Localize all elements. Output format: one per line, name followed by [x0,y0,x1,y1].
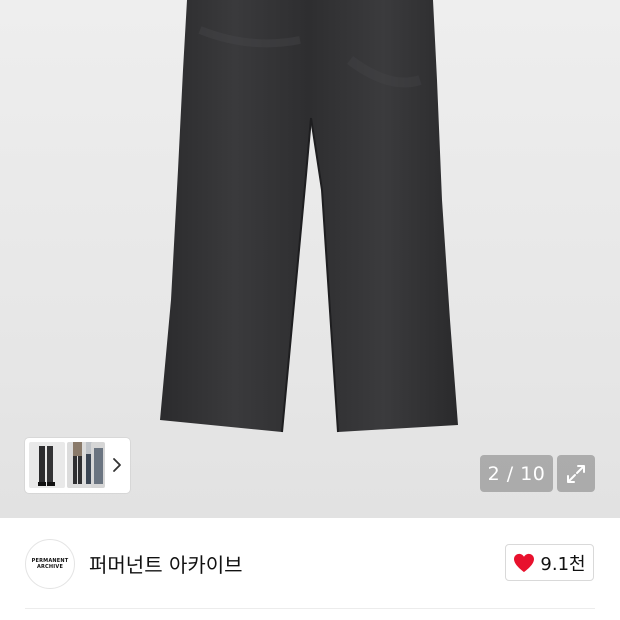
thumbnail-image-1[interactable] [29,442,65,488]
thumbnail-strip[interactable] [25,438,130,493]
chevron-right-icon[interactable] [110,455,124,475]
thumbnail-image-3[interactable] [91,442,105,488]
heart-icon [514,553,535,572]
divider [25,608,595,609]
expand-icon [567,464,585,483]
like-button[interactable]: 9.1천 [505,544,594,581]
brand-logo-text-2: ARCHIVE [36,564,64,570]
brand-name[interactable]: 퍼머넌트 아카이브 [89,549,243,578]
product-image-gallery[interactable]: 2 / 10 [0,0,620,518]
brand-row: PERMANENT ARCHIVE 퍼머넌트 아카이브 9.1천 [0,518,620,608]
expand-button[interactable] [557,455,595,492]
page-counter: 2 / 10 [480,455,553,492]
like-count: 9.1천 [540,553,586,575]
brand-logo[interactable]: PERMANENT ARCHIVE [25,539,75,589]
